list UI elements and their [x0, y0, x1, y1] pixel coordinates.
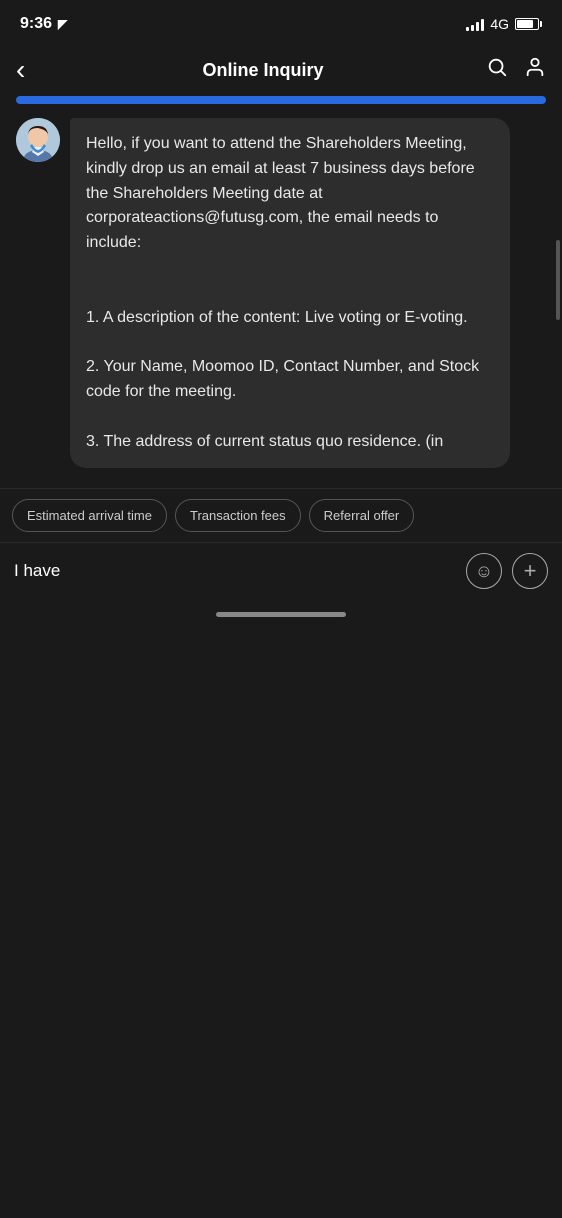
- page-title: Online Inquiry: [52, 60, 474, 81]
- signal-bar-3: [476, 22, 479, 31]
- message-input[interactable]: [14, 561, 456, 581]
- add-button[interactable]: +: [512, 553, 548, 589]
- quick-reply-chip-2[interactable]: Transaction fees: [175, 499, 301, 532]
- signal-bar-2: [471, 25, 474, 31]
- input-bar: ☺ +: [0, 542, 562, 599]
- nav-actions: [474, 56, 546, 84]
- message-bubble: Hello, if you want to attend the Shareho…: [70, 118, 510, 468]
- emoji-button[interactable]: ☺: [466, 553, 502, 589]
- signal-bars: [466, 17, 484, 31]
- message-text: Hello, if you want to attend the Shareho…: [86, 135, 475, 251]
- avatar-image: [16, 118, 60, 162]
- status-bar: 9:36 ◤ 4G: [0, 0, 562, 44]
- signal-bar-4: [481, 19, 484, 31]
- message-row: Hello, if you want to attend the Shareho…: [16, 118, 546, 468]
- location-icon: ◤: [58, 17, 67, 31]
- profile-icon[interactable]: [524, 56, 546, 84]
- status-right: 4G: [466, 16, 542, 32]
- nav-bar: ‹ Online Inquiry: [0, 44, 562, 96]
- home-indicator: [0, 599, 562, 629]
- back-button[interactable]: ‹: [16, 56, 52, 84]
- battery: [515, 18, 542, 30]
- message-text-list: 1. A description of the content: Live vo…: [86, 309, 479, 450]
- avatar: [16, 118, 60, 162]
- search-icon[interactable]: [486, 56, 508, 84]
- quick-replies: Estimated arrival time Transaction fees …: [0, 488, 562, 542]
- home-bar: [216, 612, 346, 617]
- quick-reply-chip-1[interactable]: Estimated arrival time: [12, 499, 167, 532]
- chat-area: Hello, if you want to attend the Shareho…: [0, 110, 562, 488]
- battery-tip: [540, 21, 542, 27]
- scroll-indicator[interactable]: [556, 240, 560, 320]
- battery-body: [515, 18, 539, 30]
- signal-bar-1: [466, 27, 469, 31]
- status-time: 9:36 ◤: [20, 15, 67, 33]
- top-tab-indicator: [16, 96, 546, 104]
- network-label: 4G: [490, 16, 509, 32]
- battery-fill: [517, 20, 533, 28]
- quick-reply-chip-3[interactable]: Referral offer: [309, 499, 415, 532]
